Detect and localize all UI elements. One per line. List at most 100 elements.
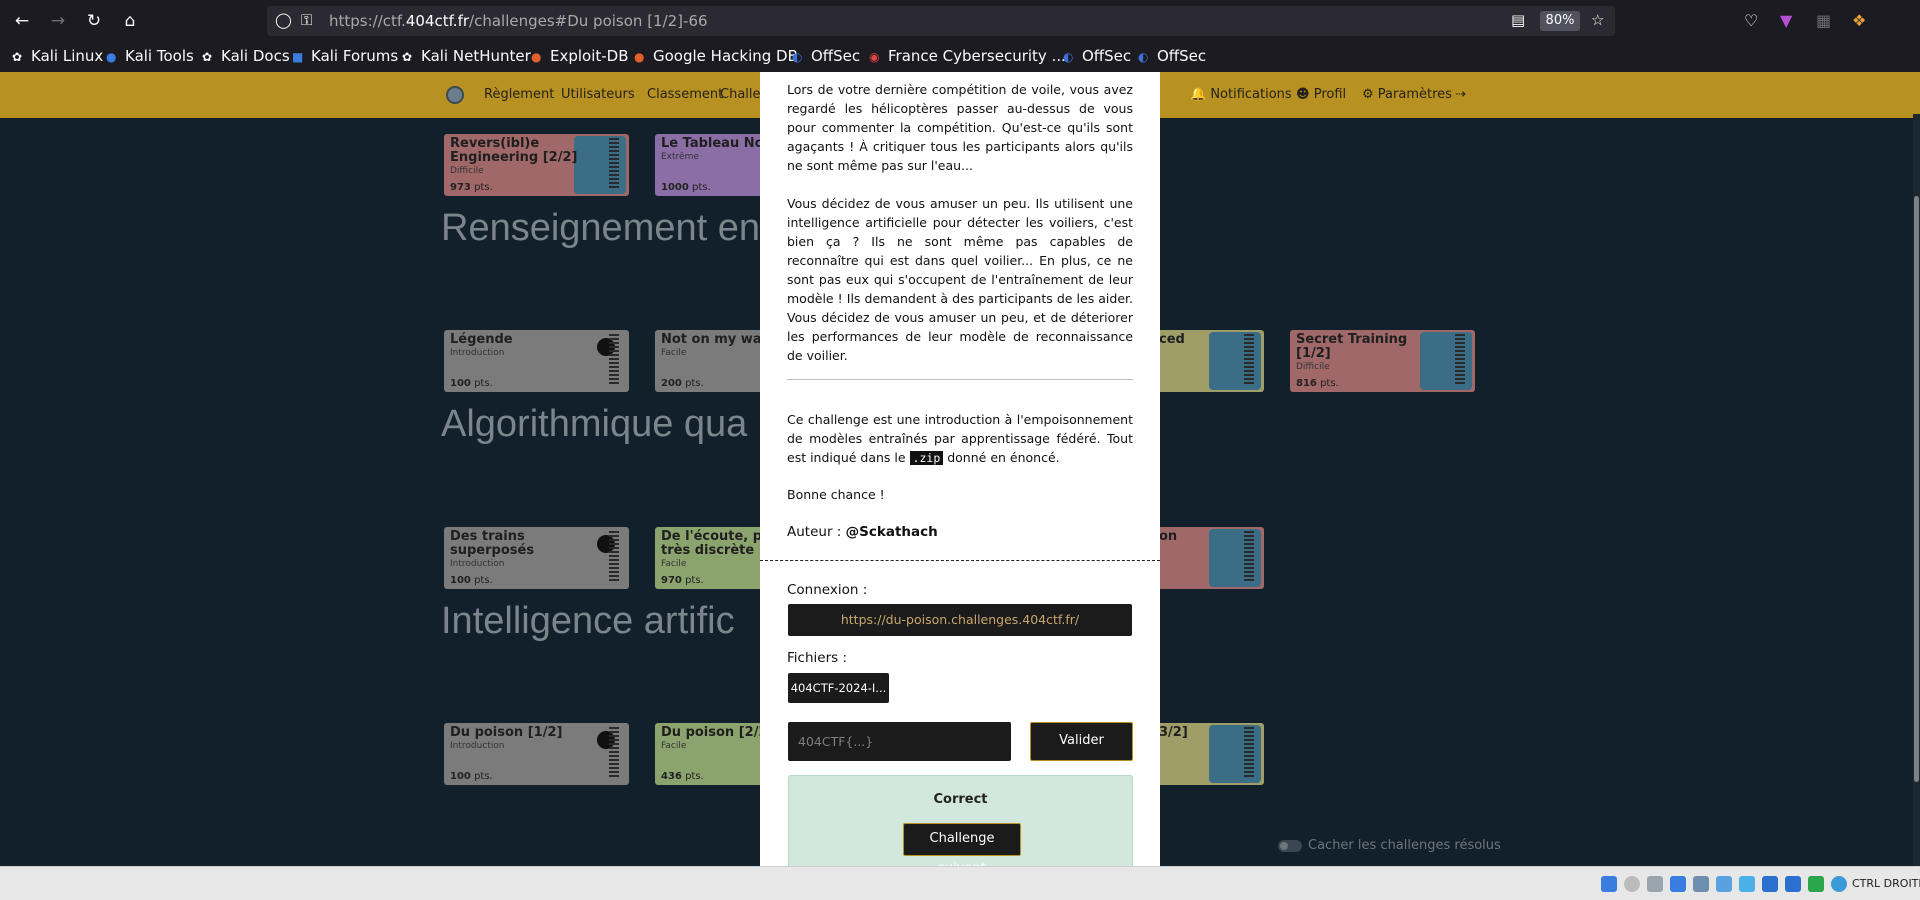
card-points: 436 pts. [661,771,704,782]
kali-forums-icon: ■ [292,50,304,64]
card-difficulty: Introduction [450,348,505,358]
bookmark-item[interactable]: ● Kali Tools [106,47,194,65]
card-ticket-stub [609,334,619,386]
bookmarks-toolbar: ✿ Kali Linux ● Kali Tools ✿ Kali Docs ■ Kali… [0,42,1920,72]
challenge-description: Ce challenge est une introduction à l'em… [787,412,1133,465]
challenge-card[interactable]: Des trains superposés Introduction 100 p… [444,527,629,589]
extension-grid-icon[interactable]: ▦ [1816,11,1831,30]
challenge-card[interactable]: Du poison [1/2] Introduction 100 pts. [444,723,629,785]
card-title: on [1159,529,1178,544]
home-icon[interactable]: ⌂ [118,9,142,33]
result-text: Correct [933,792,988,807]
bookmark-item[interactable]: ◐ OffSec [1138,47,1206,65]
nav-profile[interactable]: ☻ Profil [1296,87,1346,102]
connexion-label: Connexion : [787,582,868,598]
gear-icon: ⚙ [1362,87,1374,102]
section-title: Intelligence artific [441,600,735,642]
card-ticket-stub [1455,334,1465,386]
lock-icon[interactable]: ⚿ [301,11,312,29]
bookmark-star-icon[interactable]: ☆ [1591,11,1604,29]
section-title: Renseignement en [441,207,760,249]
challenge-card[interactable]: Légende Introduction 100 pts. [444,330,629,392]
zoom-level-badge[interactable]: 80% [1540,11,1580,31]
reader-view-icon[interactable]: ▤ [1511,11,1525,29]
nav-reglement[interactable]: Règlement [484,87,554,102]
bookmark-item[interactable]: ✿ Kali Docs [202,47,290,65]
extension-icon[interactable]: ▼ [1780,11,1792,30]
shared-folder-icon[interactable] [1716,876,1732,892]
burp-extension-icon[interactable]: ❖ [1852,11,1866,30]
challenge-description: Lors de votre dernière compétition de vo… [787,82,1133,173]
card-difficulty: Facile [661,741,687,751]
card-points: 100 pts. [450,771,493,782]
ctf-logo-icon[interactable] [446,86,464,104]
url-text[interactable]: https://ctf.404ctf.fr/challenges#Du pois… [329,12,708,30]
hide-solved-toggle[interactable]: Cacher les challenges résolus [1278,838,1501,853]
kali-tools-icon: ● [106,50,117,64]
nav-utilisateurs[interactable]: Utilisateurs [561,87,635,102]
bookmark-item[interactable]: ✿ Kali NetHunter [402,47,531,65]
offsec-icon: ◐ [1138,50,1149,64]
bookmark-item[interactable]: ● Google Hacking DB [634,47,798,65]
url-bar[interactable]: ◯ ⚿ https://ctf.404ctf.fr/challenges#Du … [267,6,1615,36]
pocket-icon[interactable]: ♡ [1744,11,1758,30]
cpu-icon[interactable] [1808,876,1824,892]
capture-icon[interactable] [1785,876,1801,892]
back-arrow-icon[interactable]: ← [10,9,34,33]
connexion-link[interactable]: https://du-poison.challenges.404ctf.fr/ [788,604,1132,636]
reload-icon[interactable]: ↻ [82,9,106,33]
toggle-switch[interactable] [1278,839,1302,852]
kali-dragon-icon: ✿ [402,50,413,64]
bookmark-item[interactable]: ● Exploit-DB [531,47,629,65]
user-icon: ☻ [1296,87,1310,102]
author-line: Auteur : @Sckathach [787,524,938,540]
divider [787,379,1133,380]
audio-icon[interactable] [1647,876,1663,892]
flag-input[interactable] [788,722,1011,761]
submit-flag-button[interactable]: Valider [1030,722,1133,761]
scrollbar-thumb[interactable] [1914,196,1919,782]
nav-challenges[interactable]: Challer [720,87,766,102]
card-difficulty: Facile [661,559,687,569]
card-title: Légende [450,332,513,347]
card-difficulty: Difficile [450,166,484,176]
file-download-button[interactable]: 404CTF-2024-I... [788,673,889,703]
forward-arrow-icon[interactable]: → [46,9,70,33]
network-icon[interactable] [1670,876,1686,892]
card-title: Des trains superposés [450,529,535,558]
bookmark-item[interactable]: ◐ OffSec [1063,47,1131,65]
card-points: 200 pts. [661,378,704,389]
display-icon[interactable] [1762,876,1778,892]
bookmark-item[interactable]: ■ Kali Forums [292,47,398,65]
card-points: 973 pts. [450,182,493,193]
hdd-icon[interactable] [1601,876,1617,892]
bookmark-item[interactable]: ◉ France Cybersecurity ... [869,47,1066,65]
nav-notifications[interactable]: 🔔 Notifications [1190,87,1292,102]
challenge-card[interactable]: Revers(ibl)e Engineering [2/2] Difficile… [444,134,629,196]
challenge-card[interactable]: Secret Training [1/2] Difficile 816 pts. [1290,330,1475,392]
folder-icon[interactable] [1739,876,1755,892]
exploit-db-icon: ● [531,50,542,64]
ctf-page: Règlement Utilisateurs Classement Challe… [0,72,1920,866]
nav-classement[interactable]: Classement [647,87,723,102]
card-ticket-stub [609,138,619,190]
france-cyber-icon: ◉ [869,50,880,64]
mouse-integration-icon[interactable] [1831,876,1847,892]
next-challenge-button[interactable]: Challenge suivant [903,823,1021,866]
bookmark-item[interactable]: ✿ Kali Linux [12,47,103,65]
card-difficulty: Facile [661,348,687,358]
vm-status-bar: CTRL DROITE [0,866,1920,900]
dashed-divider [760,560,1160,561]
card-ticket-stub [609,727,619,779]
result-correct-box: Correct Challenge suivant [788,775,1133,866]
nav-settings[interactable]: ⚙ Paramètres [1362,87,1452,102]
exploit-db-icon: ● [634,50,645,64]
bookmark-item[interactable]: ◐ OffSec [792,47,860,65]
card-title: 3/2] [1159,725,1188,740]
shield-icon[interactable]: ◯ [275,11,292,29]
usb-icon[interactable] [1693,876,1709,892]
card-difficulty: Difficile [1296,362,1330,372]
optical-drive-icon[interactable] [1624,876,1640,892]
browser-toolbar: ← → ↻ ⌂ ◯ ⚿ https://ctf.404ctf.fr/challe… [0,0,1920,42]
logout-icon[interactable]: ⇢ [1455,87,1466,102]
